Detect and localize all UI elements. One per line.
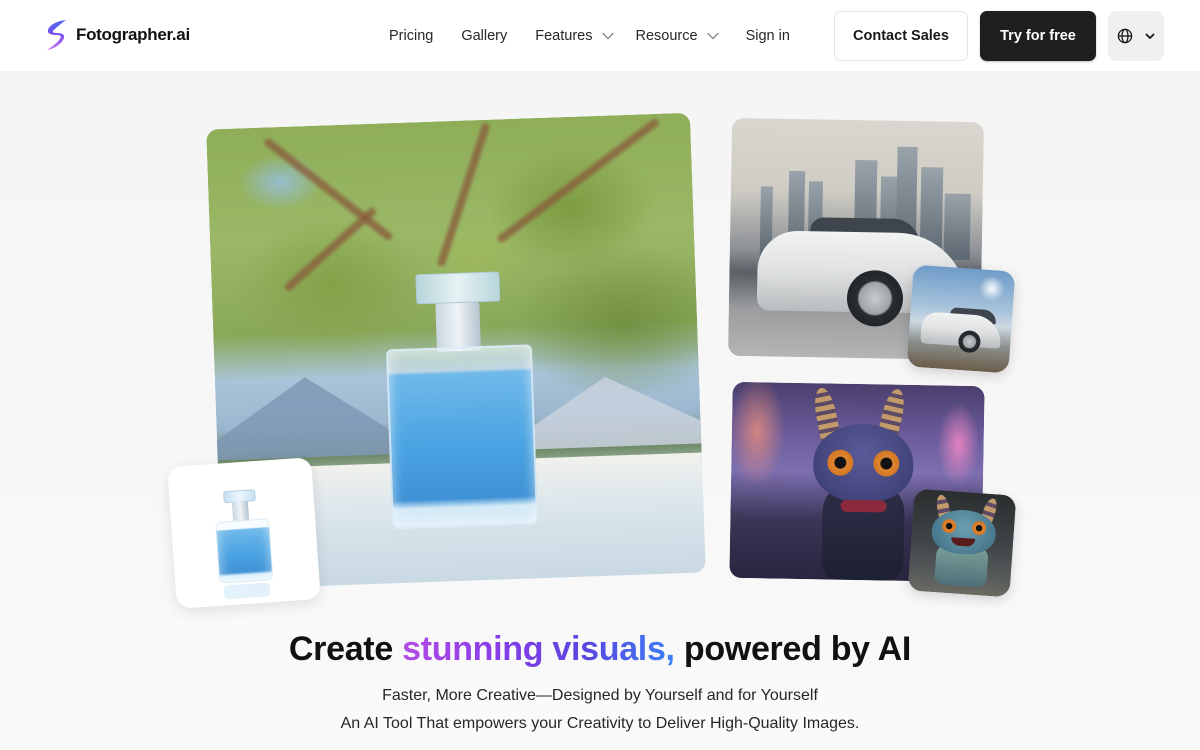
globe-icon	[1117, 28, 1133, 44]
building	[943, 193, 971, 261]
bottle-reflection	[223, 582, 271, 600]
nav-sign-in-label: Sign in	[745, 28, 790, 44]
bottle-neck	[435, 302, 481, 352]
hero-subtitle-1: Faster, More Creative—Designed by Yourse…	[382, 687, 818, 704]
bottle-cap	[415, 271, 501, 305]
hero-title-start: Create	[288, 630, 403, 668]
nav-resource-label: Resource	[635, 28, 698, 44]
bottle-neck	[231, 500, 250, 522]
car-wheel	[846, 269, 904, 327]
brand-logo-link[interactable]: Fotographer.ai	[44, 18, 190, 52]
perfume-source-thumbnail	[167, 457, 321, 609]
site-header: Fotographer.ai Pricing Gallery Features …	[0, 0, 1200, 71]
hero-subtitle-2: An AI Tool That empowers your Creativity…	[340, 715, 860, 732]
try-for-free-button[interactable]: Try for free	[980, 11, 1096, 61]
car-beach-background	[906, 264, 1016, 374]
tree-branch	[283, 206, 378, 293]
nav-gallery[interactable]: Gallery	[461, 28, 507, 44]
chevron-down-icon	[706, 32, 719, 40]
brand-name: Fotographer.ai	[76, 25, 190, 44]
monster-scarf	[840, 499, 887, 513]
nav-gallery-label: Gallery	[461, 28, 508, 44]
chevron-down-icon	[1145, 33, 1155, 39]
contact-sales-button[interactable]: Contact Sales	[834, 11, 968, 61]
nav-pricing-label: Pricing	[389, 28, 434, 44]
tree-branch	[436, 122, 491, 268]
monster-source-thumbnail	[907, 488, 1017, 598]
hero-title-highlight: stunning visuals,	[402, 630, 675, 668]
nav-features-label: Features	[535, 28, 593, 44]
nav-resource-dropdown[interactable]: Resource	[636, 28, 719, 44]
tree-branch	[495, 117, 661, 245]
nav-pricing[interactable]: Pricing	[389, 28, 433, 44]
hero-title: Create stunning visuals, powered by AI	[0, 630, 1200, 669]
main-nav: Pricing Gallery Features Resource Sign i…	[389, 24, 790, 48]
car-wheel	[957, 329, 982, 354]
figurine-background	[907, 488, 1017, 598]
hero-title-end: powered by AI	[674, 630, 912, 668]
language-selector-button[interactable]	[1108, 11, 1164, 61]
lightning-bolt-icon	[47, 20, 66, 50]
nav-sign-in[interactable]: Sign in	[746, 28, 790, 44]
chevron-down-icon	[601, 32, 614, 40]
tree-branch	[262, 136, 394, 242]
car-source-thumbnail	[906, 264, 1016, 374]
nav-features-dropdown[interactable]: Features	[535, 28, 614, 44]
perfume-bottle	[385, 344, 539, 530]
perfume-bottle	[215, 518, 274, 584]
